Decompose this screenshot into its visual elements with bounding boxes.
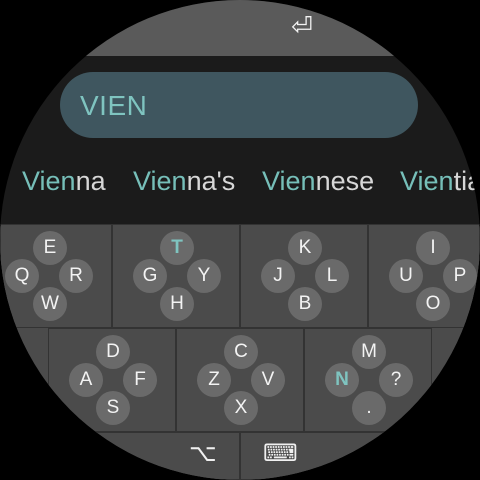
- key-z[interactable]: Z: [197, 363, 231, 397]
- option-key-icon: ⌥: [189, 440, 217, 467]
- key-y[interactable]: Y: [187, 259, 221, 293]
- input-value: VIEN: [80, 90, 148, 121]
- suggestion-item[interactable]: Vienna's: [133, 166, 235, 197]
- key-w[interactable]: W: [33, 287, 67, 321]
- key-o[interactable]: O: [416, 287, 450, 321]
- keyboard-icon: ⌨: [263, 440, 298, 467]
- key-u[interactable]: U: [389, 259, 423, 293]
- key-group-mn-punct[interactable]: M N ? .: [304, 328, 432, 432]
- key-group-czvx[interactable]: C Z V X: [176, 328, 304, 432]
- alt-key[interactable]: ⌥: [48, 432, 240, 480]
- key-s[interactable]: S: [96, 391, 130, 425]
- key-group-tgyh[interactable]: T G Y H: [112, 224, 240, 328]
- key-question[interactable]: ?: [379, 363, 413, 397]
- key-q[interactable]: Q: [5, 259, 39, 293]
- key-c[interactable]: C: [224, 335, 258, 369]
- key-e[interactable]: E: [33, 231, 67, 265]
- suggestion-item[interactable]: Vientia: [400, 166, 480, 197]
- key-period[interactable]: .: [352, 391, 386, 425]
- key-a[interactable]: A: [69, 363, 103, 397]
- key-t[interactable]: T: [160, 231, 194, 265]
- key-group-iupo[interactable]: I U P O: [368, 224, 480, 328]
- enter-return-icon: ⏎: [291, 11, 313, 41]
- key-group-dafs[interactable]: D A F S: [48, 328, 176, 432]
- key-v[interactable]: V: [251, 363, 285, 397]
- key-p[interactable]: P: [443, 259, 477, 293]
- keyboard-switch-key[interactable]: ⌨: [240, 432, 432, 480]
- suggestion-item[interactable]: Vienna: [22, 166, 106, 197]
- key-group-kjlb[interactable]: K J L B: [240, 224, 368, 328]
- key-f[interactable]: F: [123, 363, 157, 397]
- key-r[interactable]: R: [59, 259, 93, 293]
- key-d[interactable]: D: [96, 335, 130, 369]
- text-input[interactable]: VIEN: [60, 72, 418, 138]
- key-k[interactable]: K: [288, 231, 322, 265]
- key-m[interactable]: M: [352, 335, 386, 369]
- key-x[interactable]: X: [224, 391, 258, 425]
- key-b[interactable]: B: [288, 287, 322, 321]
- enter-button[interactable]: ⏎: [60, 0, 420, 56]
- key-i[interactable]: I: [416, 231, 450, 265]
- key-h[interactable]: H: [160, 287, 194, 321]
- watch-screen: ⏎ VIEN Vienna Vienna's Viennese Vientia …: [0, 0, 480, 480]
- key-g[interactable]: G: [133, 259, 167, 293]
- key-j[interactable]: J: [261, 259, 295, 293]
- suggestion-item[interactable]: Viennese: [262, 166, 374, 197]
- suggestion-strip: Vienna Vienna's Viennese Vientia: [0, 160, 480, 204]
- key-l[interactable]: L: [315, 259, 349, 293]
- key-group-qewr[interactable]: E Q R W: [0, 224, 112, 328]
- key-n[interactable]: N: [325, 363, 359, 397]
